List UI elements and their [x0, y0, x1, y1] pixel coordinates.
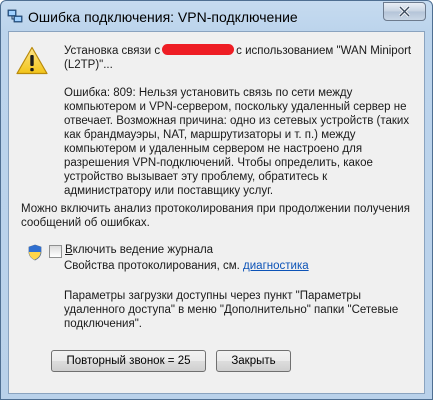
enable-logging-row[interactable]: Включить ведение журнала	[27, 244, 287, 261]
close-button[interactable]: Закрыть	[216, 350, 291, 372]
diagnostics-link[interactable]: диагностика	[243, 260, 309, 272]
enable-logging-label[interactable]: Включить ведение журнала	[65, 244, 213, 256]
window-title: Ошибка подключения: VPN-подключение	[28, 9, 298, 25]
close-window-button[interactable]	[383, 2, 426, 21]
connect-prefix: Установка связи с	[64, 45, 161, 57]
close-icon	[398, 6, 411, 17]
redial-button[interactable]: Повторный звонок = 25	[51, 350, 206, 372]
logging-properties-row: Свойства протоколирования, см. диагности…	[64, 260, 309, 272]
warning-icon	[16, 46, 48, 78]
enable-logging-checkbox[interactable]	[49, 245, 62, 258]
uac-shield-icon	[27, 244, 43, 264]
error-message: Ошибка: 809: Нельзя установить связь по …	[64, 87, 410, 197]
logging-hint-text: Можно включить анализ протоколирования п…	[21, 203, 410, 229]
network-connection-icon	[7, 8, 23, 24]
dialog-body: Установка связи сс использованием "WAN M…	[8, 31, 425, 394]
connection-status-text: Установка связи сс использованием "WAN M…	[64, 44, 414, 72]
logging-properties-text: Свойства протоколирования, см.	[64, 260, 240, 272]
title-bar[interactable]: Ошибка подключения: VPN-подключение	[1, 1, 432, 31]
redacted-server-name	[162, 44, 235, 55]
settings-note: Параметры загрузки доступны через пункт …	[64, 290, 399, 330]
error-dialog-window: Ошибка подключения: VPN-подключение Уста…	[0, 0, 433, 400]
